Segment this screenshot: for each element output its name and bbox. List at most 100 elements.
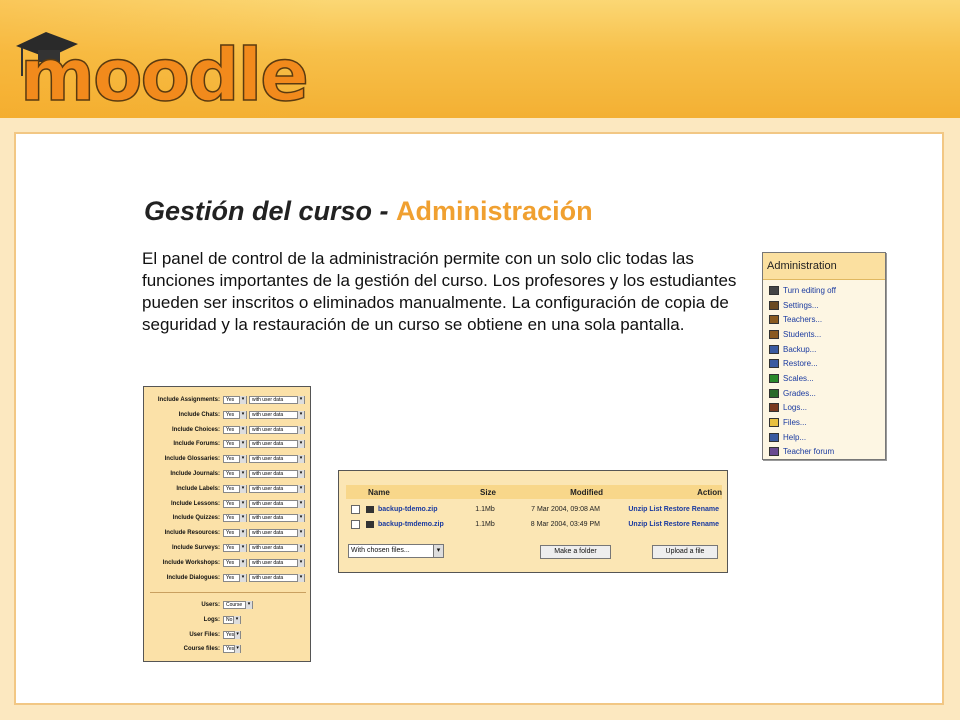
option-select[interactable]: Yes ▾	[223, 645, 241, 654]
admin-menu-item[interactable]: Teacher forum	[763, 445, 885, 460]
file-name-link[interactable]: backup-tdemo.zip	[378, 506, 470, 513]
chevron-down-icon: ▾	[239, 396, 246, 404]
backup-module-row: Include Journals: Yes ▾ with user data ▾	[144, 468, 310, 480]
admin-menu-item[interactable]: Help...	[763, 430, 885, 445]
include-select[interactable]: Yes ▾	[223, 573, 247, 582]
backup-module-row: Include Workshops: Yes ▾ with user data ▾	[144, 557, 310, 569]
include-select[interactable]: Yes ▾	[223, 455, 247, 464]
userdata-select[interactable]: with user data ▾	[249, 529, 305, 538]
backup-module-row: Include Choices: Yes ▾ with user data ▾	[144, 424, 310, 436]
column-name[interactable]: Name	[346, 488, 473, 497]
include-select[interactable]: Yes ▾	[223, 425, 247, 434]
chevron-down-icon: ▾	[297, 410, 304, 419]
admin-menu-item[interactable]: Students...	[763, 327, 885, 342]
admin-menu-item[interactable]: Grades...	[763, 386, 885, 401]
userdata-select-value: with user data	[252, 574, 284, 581]
file-actions[interactable]: Unzip List Restore Rename	[600, 521, 719, 528]
include-select[interactable]: Yes ▾	[223, 440, 247, 449]
description-text: El panel de control de la administración…	[142, 249, 737, 334]
backup-option-row: Logs: No ▾	[144, 614, 310, 626]
upload-file-button[interactable]: Upload a file	[652, 545, 718, 559]
admin-menu-item[interactable]: Files...	[763, 415, 885, 430]
include-select[interactable]: Yes ▾	[223, 410, 247, 419]
chevron-down-icon: ▾	[297, 470, 304, 478]
backup-option-label: Course files:	[183, 646, 220, 653]
include-select[interactable]: Yes ▾	[223, 396, 247, 404]
chevron-down-icon: ▾	[297, 529, 304, 538]
userdata-select[interactable]: with user data ▾	[249, 396, 305, 404]
include-select[interactable]: Yes ▾	[223, 544, 247, 552]
include-select-value: Yes	[226, 456, 235, 463]
backup-module-row: Include Chats: Yes ▾ with user data ▾	[144, 409, 310, 421]
userdata-select-value: with user data	[252, 397, 284, 403]
admin-menu-item[interactable]: Scales...	[763, 371, 885, 386]
userdata-select[interactable]: with user data ▾	[249, 470, 305, 478]
userdata-select[interactable]: with user data ▾	[249, 484, 305, 493]
admin-menu-item-label: Files...	[783, 418, 807, 428]
include-select-value: Yes	[226, 397, 235, 403]
file-name-link[interactable]: backup-tmdemo.zip	[378, 521, 470, 528]
chosen-files-select[interactable]: With chosen files... ▾	[348, 544, 444, 558]
userdata-select[interactable]: with user data ▾	[249, 514, 305, 523]
userdata-select-value: with user data	[252, 500, 284, 507]
students-icon	[769, 329, 779, 339]
include-select[interactable]: Yes ▾	[223, 529, 247, 538]
userdata-select[interactable]: with user data ▾	[249, 544, 305, 552]
admin-menu-item[interactable]: Restore...	[763, 356, 885, 371]
userdata-select-value: with user data	[252, 456, 284, 463]
chevron-down-icon: ▾	[433, 545, 443, 557]
userdata-select[interactable]: with user data ▾	[249, 455, 305, 464]
userdata-select-value: with user data	[252, 441, 284, 448]
userdata-select[interactable]: with user data ▾	[249, 558, 305, 567]
backup-module-label: Include Choices:	[171, 426, 220, 433]
backup-option-row: Course files: Yes ▾	[144, 643, 310, 655]
userdata-select[interactable]: with user data ▾	[249, 425, 305, 434]
chevron-down-icon: ▾	[234, 630, 240, 639]
logo-text: moodle	[20, 33, 307, 104]
include-select[interactable]: Yes ▾	[223, 558, 247, 567]
userdata-select[interactable]: with user data ▾	[249, 499, 305, 508]
admin-menu-item[interactable]: Logs...	[763, 401, 885, 416]
backup-option-label: Logs:	[203, 616, 220, 623]
userdata-select[interactable]: with user data ▾	[249, 440, 305, 449]
teachers-icon	[769, 315, 779, 325]
admin-menu-item[interactable]: Settings...	[763, 298, 885, 313]
file-checkbox[interactable]	[351, 504, 360, 514]
admin-menu-item-label: Backup...	[783, 344, 817, 354]
make-folder-button[interactable]: Make a folder	[540, 545, 611, 559]
admin-menu-item[interactable]: Turn editing off	[763, 283, 885, 298]
chevron-down-icon: ▾	[239, 410, 246, 419]
chevron-down-icon: ▾	[297, 573, 304, 582]
userdata-select-value: with user data	[252, 471, 284, 477]
chevron-down-icon: ▾	[239, 499, 246, 508]
backup-module-label: Include Resources:	[164, 530, 220, 537]
file-checkbox[interactable]	[351, 519, 360, 529]
admin-menu-item-label: Teacher forum	[783, 447, 835, 457]
backup-module-label: Include Lessons:	[170, 500, 220, 507]
backup-module-label: Include Labels:	[176, 485, 220, 492]
include-select[interactable]: Yes ▾	[223, 484, 247, 493]
file-row: backup-tdemo.zip 1.1Mb 7 Mar 2004, 09:08 A…	[346, 502, 722, 516]
admin-menu-item[interactable]: Backup...	[763, 342, 885, 357]
include-select[interactable]: Yes ▾	[223, 514, 247, 523]
help-icon	[769, 432, 779, 442]
option-select[interactable]: Yes ▾	[223, 630, 241, 639]
userdata-select[interactable]: with user data ▾	[249, 410, 305, 419]
userdata-select[interactable]: with user data ▾	[249, 573, 305, 582]
chevron-down-icon: ▾	[239, 455, 246, 464]
option-select[interactable]: No ▾	[223, 615, 241, 624]
option-select[interactable]: Course ▾	[223, 601, 253, 609]
file-actions[interactable]: Unzip List Restore Rename	[600, 506, 719, 513]
include-select[interactable]: Yes ▾	[223, 499, 247, 508]
admin-menu-item[interactable]: Teachers...	[763, 312, 885, 327]
moodle-logo: moodle	[16, 32, 310, 104]
column-modified[interactable]: Modified	[503, 488, 603, 497]
column-size[interactable]: Size	[473, 488, 503, 497]
chevron-down-icon: ▾	[297, 425, 304, 434]
include-select-value: Yes	[226, 574, 235, 581]
include-select[interactable]: Yes ▾	[223, 470, 247, 478]
chevron-down-icon: ▾	[297, 455, 304, 464]
chevron-down-icon: ▾	[239, 425, 246, 434]
backup-module-label: Include Quizzes:	[172, 515, 220, 522]
administration-list: Turn editing off Settings... Teachers... St…	[763, 280, 885, 459]
